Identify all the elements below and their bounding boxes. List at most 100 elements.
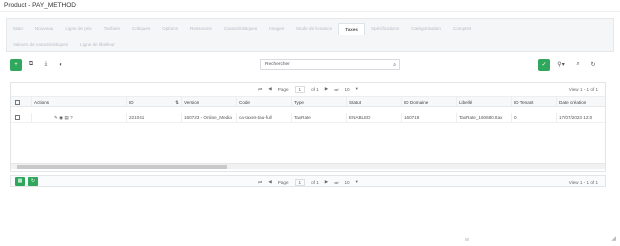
details-icon[interactable]: ▤ <box>64 115 68 120</box>
pager-bottom: ⏮ ◀ Page 1 of 1 ▶ ⏭ 10 ▾ View 1 - 1 of 1 <box>11 177 605 187</box>
cell-version: 160723 - Online_Media <box>181 113 236 122</box>
search-icon: ⌕ <box>393 62 396 68</box>
tab-row-2: Valeurs de caractéristiques Ligne de lib… <box>7 39 121 53</box>
page-label: Page <box>277 179 289 185</box>
decorative-mark <box>465 238 469 241</box>
tab-categorisation[interactable]: Catégorisation <box>405 23 447 35</box>
check-icon: ✓ <box>541 62 547 68</box>
page-of-label: of 1 <box>311 179 319 185</box>
filter-dropdown-icon: ⚲▾ <box>557 62 565 68</box>
resize-handle-icon[interactable]: ◢ <box>611 235 616 242</box>
copy-button[interactable]: ⧉ <box>25 59 37 71</box>
cell-type: TaxRate <box>291 113 346 122</box>
select-all-checkbox[interactable] <box>15 100 20 106</box>
window-title: Product - PAY_METHOD <box>4 2 76 9</box>
col-status[interactable]: Statut <box>346 97 401 106</box>
cell-label: TaxRate_160680.ttax <box>456 113 511 122</box>
cell-code: ca-taxes-tau-full <box>236 113 291 122</box>
filter-button[interactable]: ◐ <box>55 59 67 71</box>
col-tenant-id[interactable]: ID Tenant <box>511 97 556 106</box>
prev-page-icon[interactable]: ◀ <box>268 179 272 185</box>
tab-images[interactable]: Images <box>263 23 290 35</box>
tab-comptes[interactable]: Comptes <box>447 23 477 35</box>
tab-main[interactable]: Main <box>7 23 29 35</box>
select-all-column[interactable] <box>11 97 31 106</box>
col-domain-id[interactable]: ID Domaine <box>401 97 456 106</box>
pager-info: View 1 - 1 of 1 <box>568 86 598 92</box>
next-page-icon[interactable]: ▶ <box>325 86 329 92</box>
last-page-icon[interactable]: ⏭ <box>334 87 338 92</box>
cell-id: 221041 <box>126 113 181 122</box>
add-button[interactable]: + <box>10 58 22 71</box>
zoom-button[interactable]: ⌕ <box>572 59 584 71</box>
first-page-icon[interactable]: ⏮ <box>258 87 262 92</box>
tab-taxes[interactable]: Taxes <box>338 23 365 35</box>
refresh-button[interactable]: ↻ <box>587 59 599 71</box>
refresh-icon: ↻ <box>590 62 596 68</box>
horizontal-scrollbar[interactable] <box>11 163 605 169</box>
chevron-down-icon: ▾ <box>355 179 358 184</box>
filter-icon: ◐ <box>59 61 63 68</box>
col-version[interactable]: Version <box>181 97 236 106</box>
export-button[interactable]: ⤓ <box>40 59 52 71</box>
tab-caracteristiques[interactable]: Caractéristiques <box>218 23 263 35</box>
tab-bar: Main Nouveau Ligne de prix Tarifaire Cri… <box>6 18 614 52</box>
table-row[interactable]: ✎ ◉ ▤ ? 221041 160723 - Online_Media ca-… <box>11 113 605 123</box>
copy-icon: ⧉ <box>28 61 34 67</box>
col-created-date[interactable]: Date création <box>556 97 605 106</box>
data-grid: ⏮ ◀ Page 1 of 1 ▶ ⏭ 10 ▾ View 1 - 1 of 1… <box>10 82 606 172</box>
page-input[interactable]: 1 <box>294 178 306 186</box>
filter-dropdown-button[interactable]: ⚲▾ <box>553 59 569 71</box>
tab-specifications[interactable]: Spécifications <box>365 23 405 35</box>
tab-ligne-de-libelleur[interactable]: Ligne de libelleur <box>74 39 121 51</box>
prev-page-icon[interactable]: ◀ <box>268 86 272 92</box>
pager-top: ⏮ ◀ Page 1 of 1 ▶ ⏭ 10 ▾ View 1 - 1 of 1 <box>11 84 605 94</box>
next-page-icon[interactable]: ▶ <box>325 179 329 185</box>
col-actions[interactable]: Actions <box>31 97 126 106</box>
download-icon: ⤓ <box>44 61 48 67</box>
col-type[interactable]: Type <box>291 97 346 106</box>
tab-ligne-de-prix[interactable]: Ligne de prix <box>59 23 97 35</box>
cell-status: ENABLED <box>346 113 401 122</box>
window-titlebar: Product - PAY_METHOD <box>0 0 620 12</box>
page-label: Page <box>277 86 289 92</box>
col-code[interactable]: Code <box>236 97 291 106</box>
plus-icon: + <box>14 61 18 68</box>
tab-tarifaire[interactable]: Tarifaire <box>98 23 126 35</box>
first-page-icon[interactable]: ⏮ <box>258 180 262 185</box>
page-of-label: of 1 <box>311 86 319 92</box>
tab-critiques[interactable]: Critiques <box>126 23 156 35</box>
row-checkbox[interactable] <box>15 115 20 121</box>
col-id[interactable]: ID ⇅ <box>126 97 181 106</box>
tab-row-1: Main Nouveau Ligne de prix Tarifaire Cri… <box>7 23 477 37</box>
page-size-select[interactable]: 10 <box>344 87 349 92</box>
cell-created-date: 17/07/2023 12:0 <box>556 113 605 122</box>
cell-tenant-id: 0 <box>511 113 556 122</box>
pager-info: View 1 - 1 of 1 <box>568 179 598 185</box>
sort-icon: ⇅ <box>175 100 179 105</box>
search-placeholder: Rechercher <box>265 62 290 67</box>
grid-footer: ▦ ↻ ⏮ ◀ Page 1 of 1 ▶ ⏭ 10 ▾ View 1 - 1 … <box>10 175 606 187</box>
view-icon[interactable]: ◉ <box>59 115 63 120</box>
row-select[interactable] <box>11 113 31 122</box>
help-icon[interactable]: ? <box>70 115 73 120</box>
scrollbar-thumb[interactable] <box>17 165 227 169</box>
tab-options[interactable]: Options <box>156 23 184 35</box>
col-label[interactable]: Libellé <box>456 97 511 106</box>
toolbar-left: + ⧉ ⤓ ◐ <box>10 58 70 71</box>
last-page-icon[interactable]: ⏭ <box>334 180 338 185</box>
row-actions: ✎ ◉ ▤ ? <box>31 113 126 122</box>
chevron-down-icon: ▾ <box>355 86 358 91</box>
tab-valeurs-caracteristiques[interactable]: Valeurs de caractéristiques <box>7 39 74 51</box>
tab-mode-de-livraison[interactable]: Mode de livraison <box>290 23 338 35</box>
search-zoom-icon: ⌕ <box>576 61 580 67</box>
tab-ressource[interactable]: Ressource <box>184 23 218 35</box>
confirm-button[interactable]: ✓ <box>538 58 550 71</box>
edit-icon[interactable]: ✎ <box>54 115 58 120</box>
toolbar-right: ✓ ⚲▾ ⌕ ↻ <box>538 58 602 71</box>
tab-nouveau[interactable]: Nouveau <box>29 23 59 35</box>
page-size-select[interactable]: 10 <box>344 180 349 185</box>
search-input[interactable]: Rechercher ⌕ <box>260 59 400 70</box>
table-header: Actions ID ⇅ Version Code Type Statut ID… <box>11 96 605 107</box>
page-input[interactable]: 1 <box>294 85 306 93</box>
